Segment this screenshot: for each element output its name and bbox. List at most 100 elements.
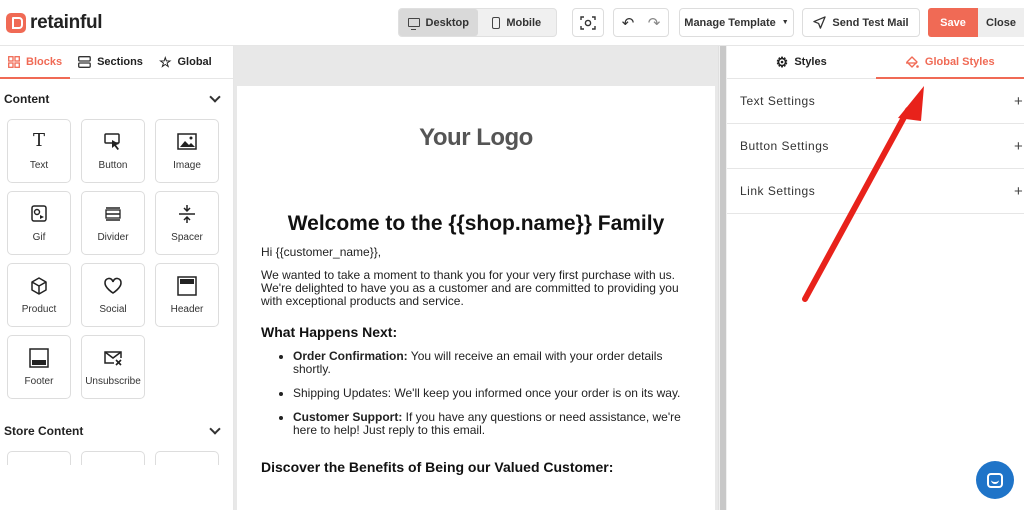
block-label: Product <box>21 303 57 315</box>
brand-name: retainful <box>30 12 103 33</box>
list-item[interactable]: Customer Support: If you have any questi… <box>293 411 691 437</box>
content-blocks-grid: T Text Button Image Gif Divider Spacer P… <box>0 119 233 399</box>
store-block[interactable] <box>81 451 145 465</box>
sections-icon <box>78 56 91 68</box>
caret-down-icon: ▼ <box>781 19 789 26</box>
store-block[interactable] <box>155 451 219 465</box>
gear-icon: ⚙ <box>775 53 789 70</box>
email-greeting[interactable]: Hi {{customer_name}}, <box>261 246 691 259</box>
block-label: Unsubscribe <box>85 375 141 387</box>
mail-x-icon <box>104 350 122 366</box>
close-button[interactable]: Close <box>978 8 1024 37</box>
send-test-label: Send Test Mail <box>832 16 909 29</box>
block-label: Social <box>99 303 127 315</box>
list-item[interactable]: Shipping Updates: We'll keep you informe… <box>293 387 691 400</box>
monitor-icon <box>407 18 420 30</box>
block-label: Spacer <box>171 231 203 243</box>
content-heading: Content <box>4 92 50 106</box>
block-text[interactable]: T Text <box>7 119 71 183</box>
chat-icon <box>987 472 1003 488</box>
spacer-icon <box>179 204 195 223</box>
chevron-down-icon <box>209 91 221 103</box>
block-footer[interactable]: Footer <box>7 335 71 399</box>
plus-icon[interactable]: + <box>1014 138 1024 155</box>
mobile-label: Mobile <box>506 16 542 29</box>
block-product[interactable]: Product <box>7 263 71 327</box>
desktop-view-button[interactable]: Desktop <box>399 9 478 36</box>
content-section-header[interactable]: Content <box>0 79 233 119</box>
retainful-logo-icon <box>6 13 26 33</box>
gif-icon <box>31 204 47 222</box>
footer-icon <box>29 347 49 368</box>
heart-icon <box>104 277 122 294</box>
tab-blocks-label: Blocks <box>26 56 63 68</box>
text-settings-row[interactable]: Text Settings + <box>727 79 1024 124</box>
email-logo-placeholder[interactable]: Your Logo <box>261 124 691 152</box>
manage-template-label: Manage Template <box>684 16 776 29</box>
mobile-view-button[interactable]: Mobile <box>478 9 557 36</box>
scrollbar-thumb[interactable] <box>720 46 726 510</box>
bullet-text: Shipping Updates: We'll keep you informe… <box>293 386 681 400</box>
benefits-heading[interactable]: Discover the Benefits of Being our Value… <box>261 459 691 475</box>
paint-bucket-icon <box>905 55 919 68</box>
tab-global-styles[interactable]: Global Styles <box>875 46 1024 79</box>
send-test-mail-button[interactable]: Send Test Mail <box>802 8 920 37</box>
block-spacer[interactable]: Spacer <box>155 191 219 255</box>
next-heading[interactable]: What Happens Next: <box>261 324 691 340</box>
undo-icon[interactable]: ↶ <box>615 14 641 32</box>
tab-global[interactable]: ☆ Global <box>151 46 220 78</box>
email-body[interactable]: Your Logo Welcome to the {{shop.name}} F… <box>237 86 715 510</box>
canvas-scrollbar[interactable] <box>718 46 727 510</box>
redo-icon[interactable]: ↷ <box>641 14 667 32</box>
save-button[interactable]: Save <box>928 8 978 37</box>
block-gif[interactable]: Gif <box>7 191 71 255</box>
store-content-section-header[interactable]: Store Content <box>0 411 233 451</box>
button-settings-row[interactable]: Button Settings + <box>727 124 1024 169</box>
list-item[interactable]: Order Confirmation: You will receive an … <box>293 350 691 376</box>
brand-logo[interactable]: retainful <box>6 12 103 34</box>
block-label: Button <box>98 159 128 171</box>
store-blocks-grid <box>0 451 233 465</box>
header-icon <box>177 275 197 296</box>
desktop-label: Desktop <box>425 16 469 29</box>
tab-styles[interactable]: ⚙ Styles <box>727 46 876 78</box>
plus-icon[interactable]: + <box>1014 183 1024 200</box>
tab-styles-label: Styles <box>794 56 827 68</box>
cursor-click-icon <box>104 132 120 150</box>
block-button[interactable]: Button <box>81 119 145 183</box>
email-canvas: Your Logo Welcome to the {{shop.name}} F… <box>234 46 718 510</box>
right-panel-tabs: ⚙ Styles Global Styles <box>727 46 1024 79</box>
email-intro[interactable]: We wanted to take a moment to thank you … <box>261 269 691 308</box>
block-label: Divider <box>97 231 129 243</box>
history-controls: ↶ ↷ <box>613 8 669 37</box>
block-label: Footer <box>24 375 54 387</box>
blocks-panel: Blocks Sections ☆ Global Content T Text <box>0 46 234 510</box>
store-block[interactable] <box>7 451 71 465</box>
manage-template-dropdown[interactable]: Manage Template ▼ <box>679 8 794 37</box>
tab-blocks[interactable]: Blocks <box>0 46 71 79</box>
block-image[interactable]: Image <box>155 119 219 183</box>
plus-icon[interactable]: + <box>1014 93 1024 110</box>
block-social[interactable]: Social <box>81 263 145 327</box>
tab-sections[interactable]: Sections <box>70 46 151 78</box>
email-title[interactable]: Welcome to the {{shop.name}} Family <box>261 212 691 236</box>
preview-button[interactable] <box>572 8 604 37</box>
chevron-down-icon <box>209 423 221 435</box>
block-header[interactable]: Header <box>155 263 219 327</box>
text-icon: T <box>32 129 45 151</box>
send-icon <box>813 16 827 29</box>
image-icon <box>177 132 197 150</box>
link-settings-label: Link Settings <box>740 184 816 198</box>
block-unsubscribe[interactable]: Unsubscribe <box>81 335 145 399</box>
button-settings-label: Button Settings <box>740 139 829 153</box>
chat-support-button[interactable] <box>976 461 1014 499</box>
styles-panel: ⚙ Styles Global Styles Text Settings + B… <box>727 46 1024 510</box>
block-label: Gif <box>32 231 46 243</box>
grid-icon <box>8 56 20 68</box>
block-divider[interactable]: Divider <box>81 191 145 255</box>
link-settings-row[interactable]: Link Settings + <box>727 169 1024 214</box>
top-bar: retainful Desktop Mobile ↶ ↷ Manage Temp… <box>0 0 1024 46</box>
text-settings-label: Text Settings <box>740 94 816 108</box>
block-label: Text <box>29 159 49 171</box>
next-steps-list: Order Confirmation: You will receive an … <box>261 350 691 437</box>
